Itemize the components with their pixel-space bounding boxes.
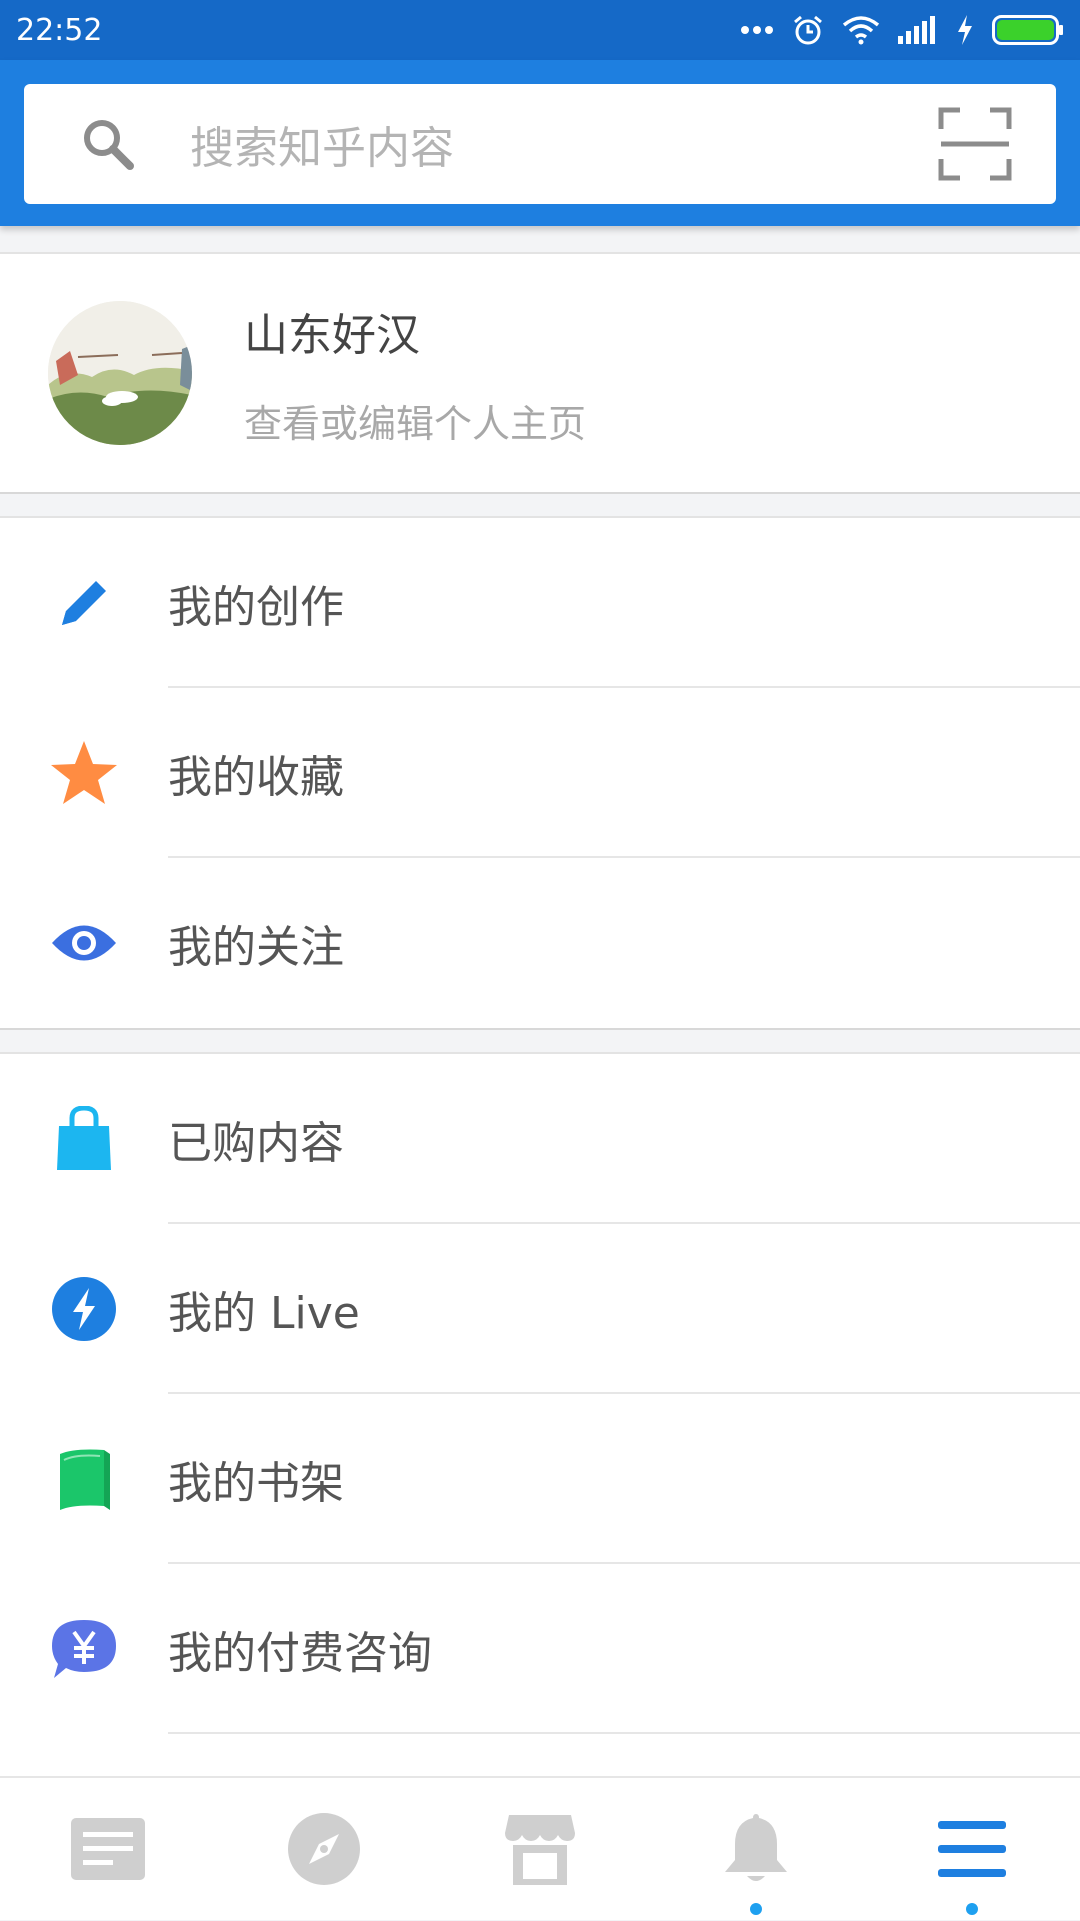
tab-market[interactable] xyxy=(432,1777,648,1921)
status-time: 22:52 xyxy=(16,13,102,48)
more-dots-icon xyxy=(740,25,774,35)
book-icon xyxy=(56,1446,112,1512)
lightning-icon xyxy=(51,1276,117,1342)
profile-card[interactable]: 山东好汉 查看或编辑个人主页 xyxy=(0,252,1080,494)
active-tab-dot xyxy=(966,1903,978,1915)
menu-item-label: 我的书架 xyxy=(168,1447,344,1511)
search-bar[interactable]: 搜索知乎内容 xyxy=(24,84,1056,204)
tab-notifications[interactable] xyxy=(648,1777,864,1921)
compass-icon xyxy=(287,1812,361,1886)
eye-icon xyxy=(50,920,118,966)
menu-group-paid: 已购内容 我的 Live 我的书架 我的付费咨询 xyxy=(0,1052,1080,1778)
status-icons xyxy=(740,14,1064,46)
scan-icon[interactable] xyxy=(938,107,1012,181)
menu-item-label: 我的创作 xyxy=(168,571,344,635)
menu-item-label: 已购内容 xyxy=(168,1107,344,1171)
tab-explore[interactable] xyxy=(216,1777,432,1921)
menu-item-my-favorites[interactable]: 我的收藏 xyxy=(0,688,1080,858)
search-input[interactable]: 搜索知乎内容 xyxy=(190,112,938,176)
pencil-icon xyxy=(54,573,114,633)
battery-icon xyxy=(992,15,1064,45)
bottom-tab-bar xyxy=(0,1776,1080,1920)
signal-icon xyxy=(898,16,938,44)
profile-subtitle: 查看或编辑个人主页 xyxy=(244,393,586,448)
feed-icon xyxy=(71,1818,145,1880)
tab-feed[interactable] xyxy=(0,1777,216,1921)
menu-item-my-live[interactable]: 我的 Live xyxy=(0,1224,1080,1394)
menu-item-partial xyxy=(0,1734,1080,1778)
menu-item-purchased[interactable]: 已购内容 xyxy=(0,1054,1080,1224)
menu-item-my-creations[interactable]: 我的创作 xyxy=(0,518,1080,688)
notification-dot xyxy=(750,1903,762,1915)
menu-item-paid-consult[interactable]: 我的付费咨询 xyxy=(0,1564,1080,1734)
yuan-chat-icon xyxy=(50,1618,118,1680)
alarm-icon xyxy=(792,14,824,46)
menu-item-my-bookshelf[interactable]: 我的书架 xyxy=(0,1394,1080,1564)
status-bar: 22:52 xyxy=(0,0,1080,60)
charging-icon xyxy=(956,15,974,45)
bell-icon xyxy=(723,1812,789,1886)
wifi-icon xyxy=(842,15,880,45)
menu-item-my-following[interactable]: 我的关注 xyxy=(0,858,1080,1028)
avatar xyxy=(48,301,192,445)
shopping-bag-icon xyxy=(55,1106,113,1172)
tab-more[interactable] xyxy=(864,1777,1080,1921)
header: 搜索知乎内容 xyxy=(0,60,1080,226)
star-icon xyxy=(49,738,119,808)
menu-icon xyxy=(938,1821,1006,1877)
menu-group-personal: 我的创作 我的收藏 我的关注 xyxy=(0,516,1080,1030)
search-icon xyxy=(80,116,136,172)
store-icon xyxy=(505,1813,575,1885)
profile-name: 山东好汉 xyxy=(244,299,586,363)
menu-item-label: 我的收藏 xyxy=(168,741,344,805)
menu-item-label: 我的关注 xyxy=(168,911,344,975)
menu-item-label: 我的 Live xyxy=(168,1277,360,1341)
menu-item-label: 我的付费咨询 xyxy=(168,1617,432,1681)
